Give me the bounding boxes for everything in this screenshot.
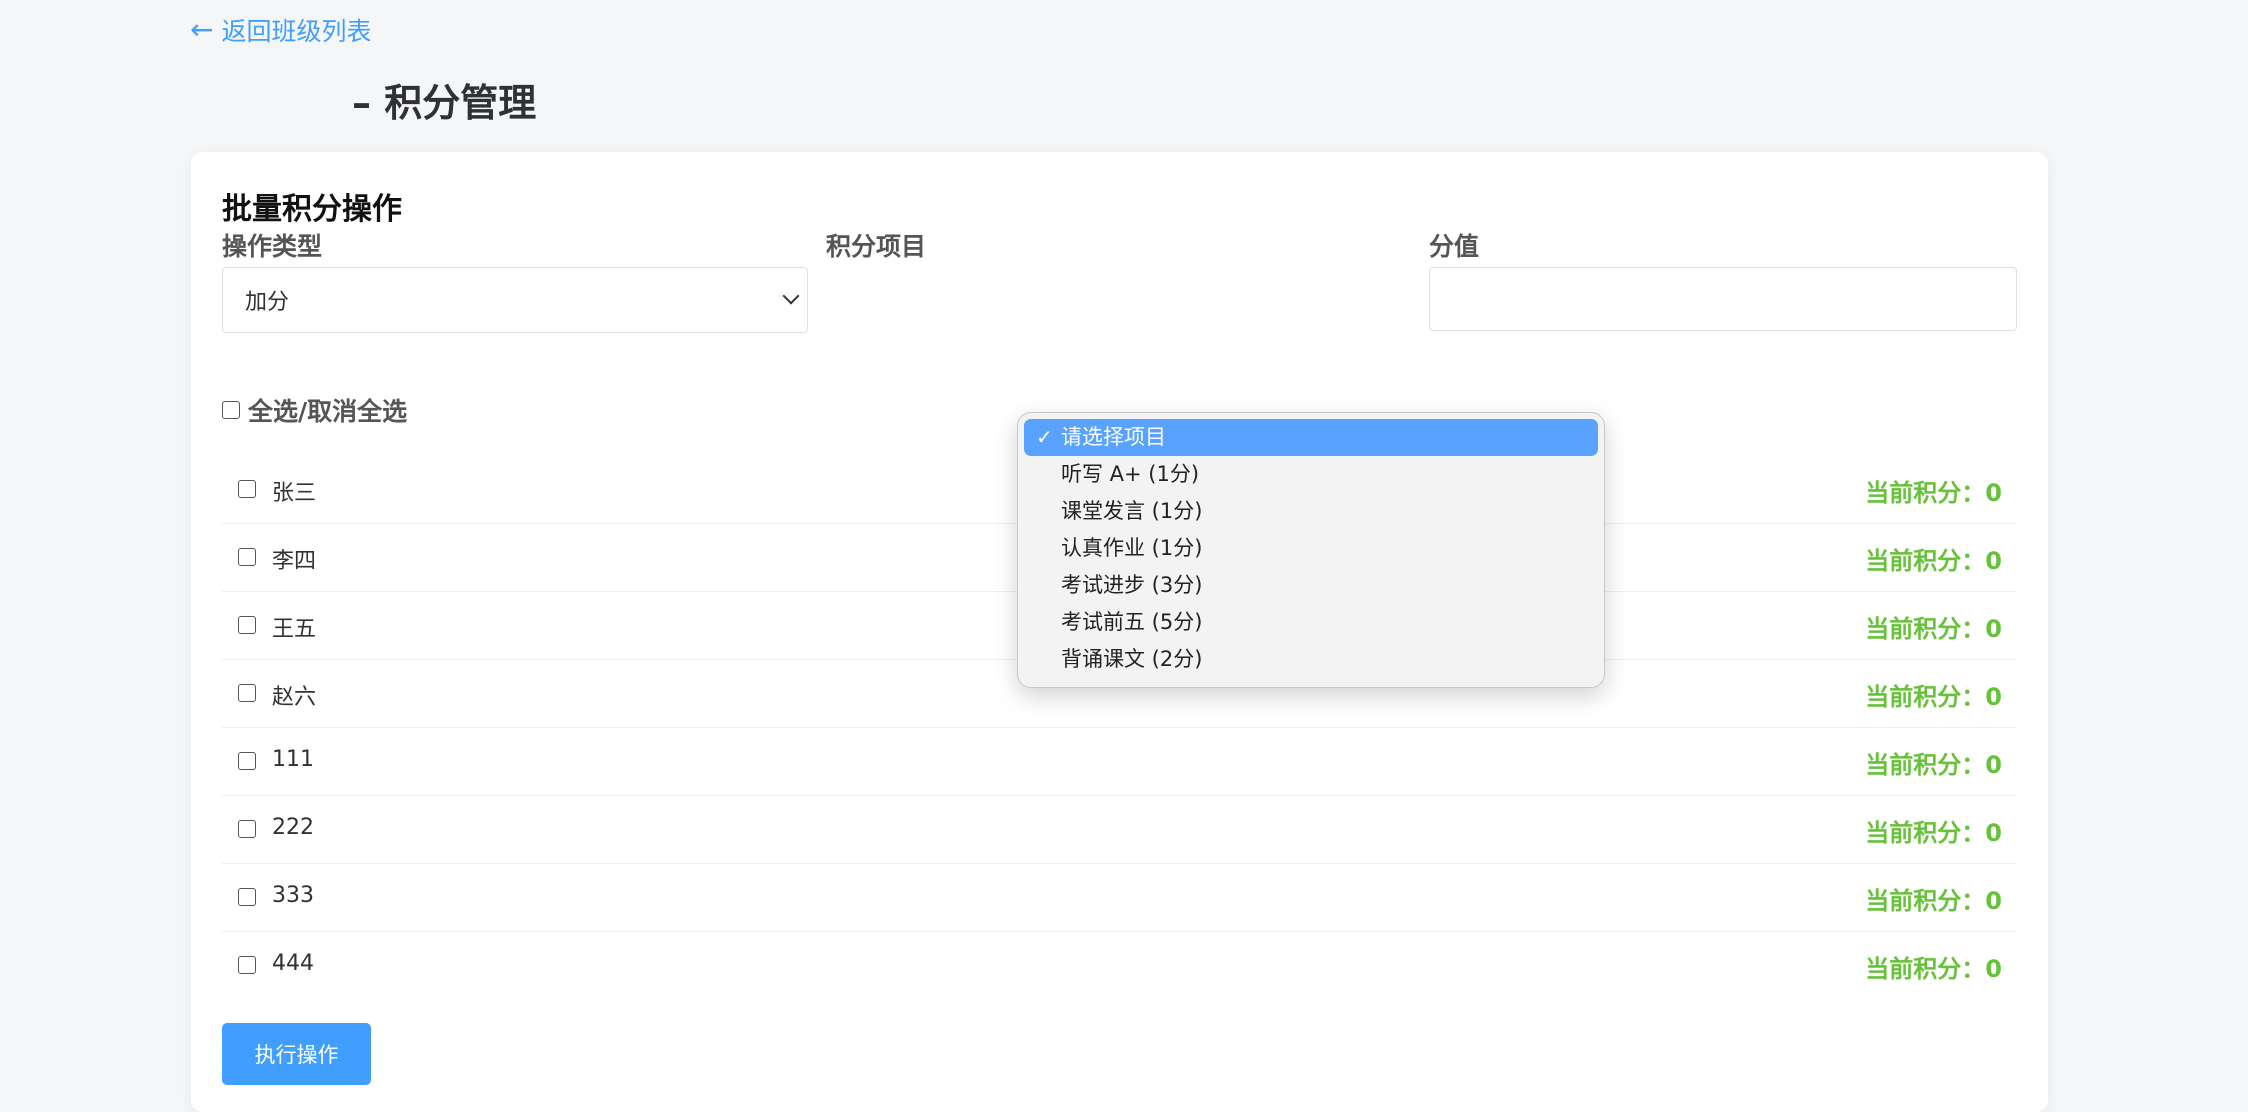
current-score: 当前积分：0 [1865,751,2002,779]
operation-type-select[interactable]: 加分 [222,267,808,333]
option-label: 课堂发言 (1分) [1061,499,1203,523]
dropdown-option[interactable]: ✓ 请选择项目 [1024,419,1598,456]
page-title: – 积分管理 [352,81,537,125]
batch-points-card: 批量积分操作 操作类型 积分项目 分值 加分 全选/取消全选 张三 当前积分：0… [191,152,2048,1112]
points-value-label: 分值 [1429,232,1480,261]
student-checkbox[interactable] [238,684,256,702]
points-item-label: 积分项目 [826,232,927,261]
select-all-checkbox[interactable] [222,401,240,419]
points-item-dropdown[interactable]: ✓ 请选择项目 听写 A+ (1分) 课堂发言 (1分) 认真作业 (1分) 考… [1017,412,1605,688]
option-label: 请选择项目 [1061,425,1166,449]
execute-button[interactable]: 执行操作 [222,1023,371,1085]
student-checkbox[interactable] [238,480,256,498]
option-label: 听写 A+ (1分) [1061,462,1200,486]
student-name: 张三 [272,481,317,506]
student-name: 赵六 [272,685,317,710]
dropdown-option[interactable]: 课堂发言 (1分) [1024,493,1598,530]
dropdown-option[interactable]: 考试前五 (5分) [1024,604,1598,641]
arrow-left-icon: ← [190,13,214,46]
option-label: 考试进步 (3分) [1061,573,1203,597]
back-to-class-list-link[interactable]: ← 返回班级列表 [190,12,371,48]
operation-type-label: 操作类型 [222,232,323,261]
student-checkbox[interactable] [238,752,256,770]
checkmark-icon: ✓ [1036,425,1053,449]
chevron-down-icon [782,287,800,305]
student-name: 222 [272,815,314,840]
select-all-toggle[interactable]: 全选/取消全选 [222,392,407,428]
student-name: 111 [272,747,314,772]
student-checkbox[interactable] [238,820,256,838]
points-value-input[interactable] [1429,267,2017,331]
student-name: 444 [272,951,314,976]
current-score: 当前积分：0 [1865,955,2002,983]
student-checkbox[interactable] [238,888,256,906]
current-score: 当前积分：0 [1865,819,2002,847]
student-checkbox[interactable] [238,616,256,634]
back-link-label: 返回班级列表 [221,17,372,46]
current-score: 当前积分：0 [1865,547,2002,575]
student-name: 333 [272,883,314,908]
option-label: 考试前五 (5分) [1061,610,1203,634]
dropdown-option[interactable]: 考试进步 (3分) [1024,567,1598,604]
student-name: 王五 [272,617,317,642]
student-row: 111 当前积分：0 [222,728,2017,796]
current-score: 当前积分：0 [1865,479,2002,507]
option-label: 背诵课文 (2分) [1061,647,1203,671]
dropdown-option[interactable]: 背诵课文 (2分) [1024,641,1598,678]
operation-type-value: 加分 [245,290,290,315]
student-checkbox[interactable] [238,548,256,566]
option-label: 认真作业 (1分) [1061,536,1203,560]
dropdown-option[interactable]: 听写 A+ (1分) [1024,456,1598,493]
select-all-label: 全选/取消全选 [248,397,408,426]
student-row: 444 当前积分：0 [222,932,2017,999]
dropdown-option[interactable]: 认真作业 (1分) [1024,530,1598,567]
current-score: 当前积分：0 [1865,887,2002,915]
student-name: 李四 [272,549,317,574]
section-title: 批量积分操作 [222,192,402,227]
student-row: 333 当前积分：0 [222,864,2017,932]
student-checkbox[interactable] [238,956,256,974]
current-score: 当前积分：0 [1865,683,2002,711]
student-row: 222 当前积分：0 [222,796,2017,864]
current-score: 当前积分：0 [1865,615,2002,643]
